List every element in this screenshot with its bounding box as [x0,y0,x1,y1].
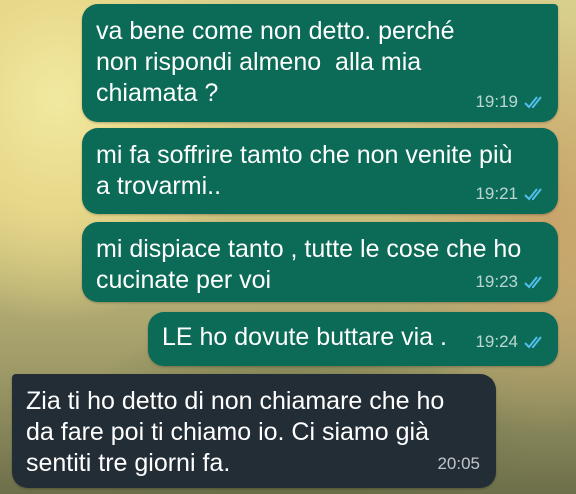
message-meta: 19:21 [475,184,546,204]
double-check-icon [524,275,546,289]
outgoing-message[interactable]: mi dispiace tanto , tutte le cose che ho… [82,222,558,302]
message-time: 19:19 [475,92,518,111]
message-text: Zia ti ho detto di non chiamare che ho d… [26,387,445,477]
message-meta: 19:24 [475,332,546,352]
double-check-icon [524,95,546,109]
double-check-icon [524,187,546,201]
message-time: 19:23 [475,272,518,291]
message-time: 19:24 [475,332,518,351]
chat-thread: va bene come non detto. perché non rispo… [0,0,576,494]
message-time: 19:21 [475,184,518,203]
message-meta: 19:19 [475,92,546,112]
double-check-icon [524,335,546,349]
message-meta: 19:23 [475,272,546,292]
outgoing-message[interactable]: mi fa soffrire tamto che non venite più … [82,128,558,214]
message-meta: 20:05 [437,454,480,474]
outgoing-message[interactable]: va bene come non detto. perché non rispo… [82,4,558,122]
incoming-message[interactable]: Zia ti ho detto di non chiamare che ho d… [12,374,496,488]
message-time: 20:05 [437,454,480,473]
outgoing-message[interactable]: LE ho dovute buttare via . 19:24 [148,312,558,366]
